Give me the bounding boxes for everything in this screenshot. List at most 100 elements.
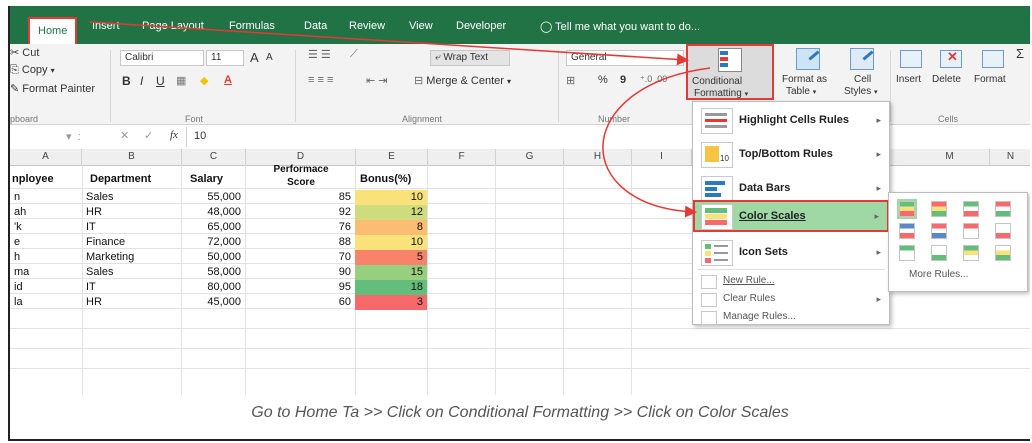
conditional-formatting-button[interactable]: Conditional Formatting ▾ (686, 44, 774, 100)
more-rules-link[interactable]: More Rules... (909, 269, 968, 280)
menu-item-highlight-cells-rules[interactable]: Highlight Cells Rules ▸ (693, 104, 889, 136)
cell-score[interactable]: 92 (245, 205, 355, 220)
cut-button[interactable]: ✂ Cut (10, 46, 39, 59)
underline-button[interactable]: U (156, 74, 165, 88)
header-performance-score-line1[interactable]: Performace (246, 164, 356, 175)
format-painter-button[interactable]: ✎ Format Painter (10, 82, 95, 95)
font-name-select[interactable]: Calibri (120, 50, 204, 66)
color-scale-swatch[interactable] (931, 201, 947, 217)
header-salary[interactable]: Salary (190, 173, 223, 185)
format-as-table-button[interactable]: Format as Table ▾ (780, 44, 840, 100)
cell-bonus[interactable]: 18 (355, 280, 427, 295)
column-header-a[interactable]: A (10, 149, 82, 165)
header-employee[interactable]: nployee (12, 173, 54, 185)
column-header-h[interactable]: H (564, 149, 632, 165)
cell-department[interactable]: Marketing (82, 250, 181, 265)
wrap-text-button[interactable]: ⤶ Wrap Text (430, 50, 510, 66)
autosum-button[interactable]: Σ (1016, 46, 1024, 61)
italic-button[interactable]: I (140, 74, 143, 88)
align-left-icon[interactable]: ≡ ≡ ≡ (308, 74, 333, 86)
color-scale-swatch[interactable] (995, 201, 1011, 217)
borders-icon[interactable]: ▦ (176, 74, 186, 87)
cell-employee[interactable]: e (10, 235, 82, 250)
tab-view[interactable]: View (409, 20, 433, 32)
tab-insert[interactable]: Insert (92, 20, 120, 32)
bold-button[interactable]: B (122, 74, 131, 88)
color-scale-swatch[interactable] (995, 223, 1011, 239)
cell-employee[interactable]: ah (10, 205, 82, 220)
menu-item-clear-rules[interactable]: Clear Rules ▸ (693, 290, 889, 308)
column-header-n[interactable]: N (990, 149, 1030, 165)
tab-review[interactable]: Review (349, 20, 385, 32)
name-box-dropdown[interactable]: ▾ : (66, 130, 81, 143)
percent-button[interactable]: % (598, 74, 608, 86)
tell-me-search[interactable]: ◯ Tell me what you want to do... (540, 20, 700, 33)
color-scale-swatch[interactable] (899, 223, 915, 239)
cell-department[interactable]: Finance (82, 235, 181, 250)
cell-department[interactable]: HR (82, 295, 181, 310)
menu-item-manage-rules[interactable]: Manage Rules... (693, 308, 889, 326)
cell-bonus[interactable]: 10 (355, 235, 427, 250)
cell-department[interactable]: Sales (82, 265, 181, 280)
cell-score[interactable]: 60 (245, 295, 355, 310)
cell-salary[interactable]: 45,000 (181, 295, 245, 310)
cell-department[interactable]: Sales (82, 190, 181, 205)
color-scale-swatch[interactable] (931, 223, 947, 239)
align-top-icon[interactable]: ☰ ☰ (308, 48, 331, 61)
color-scale-swatch[interactable] (899, 245, 915, 261)
cell-employee[interactable]: n (10, 190, 82, 205)
column-header-b[interactable]: B (82, 149, 182, 165)
cell-score[interactable]: 85 (245, 190, 355, 205)
cell-department[interactable]: IT (82, 220, 181, 235)
tab-developer[interactable]: Developer (456, 20, 506, 32)
cell-bonus[interactable]: 15 (355, 265, 427, 280)
menu-item-new-rule[interactable]: New Rule... (693, 272, 889, 290)
header-bonus[interactable]: Bonus(%) (360, 173, 411, 185)
cell-score[interactable]: 70 (245, 250, 355, 265)
menu-item-color-scales[interactable]: Color Scales ▸ (693, 200, 889, 232)
cell-employee[interactable]: 'k (10, 220, 82, 235)
cell-score[interactable]: 90 (245, 265, 355, 280)
cell-employee[interactable]: la (10, 295, 82, 310)
cell-salary[interactable]: 72,000 (181, 235, 245, 250)
fill-color-icon[interactable]: ◆ (200, 74, 208, 87)
copy-button[interactable]: ⎘ Copy ▾ (10, 64, 55, 77)
cell-employee[interactable]: h (10, 250, 82, 265)
merge-center-button[interactable]: ⊟ Merge & Center ▾ (414, 74, 511, 87)
color-scale-swatch[interactable] (995, 245, 1011, 261)
cell-salary[interactable]: 55,000 (181, 190, 245, 205)
tab-formulas[interactable]: Formulas (229, 20, 275, 32)
cell-salary[interactable]: 58,000 (181, 265, 245, 280)
comma-button[interactable]: 9 (620, 74, 626, 86)
cell-employee[interactable]: id (10, 280, 82, 295)
color-scale-swatch[interactable] (931, 245, 947, 261)
cell-employee[interactable]: ma (10, 265, 82, 280)
cell-salary[interactable]: 48,000 (181, 205, 245, 220)
tab-data[interactable]: Data (304, 20, 327, 32)
cell-styles-button[interactable]: Cell Styles ▾ (840, 44, 888, 100)
cell-bonus[interactable]: 5 (355, 250, 427, 265)
tab-home[interactable]: Home (28, 17, 78, 44)
column-header-d[interactable]: D (246, 149, 356, 165)
column-header-f[interactable]: F (428, 149, 496, 165)
font-color-icon[interactable]: A (224, 74, 232, 86)
color-scale-swatch[interactable] (897, 199, 917, 219)
cell-score[interactable]: 95 (245, 280, 355, 295)
color-scale-swatch[interactable] (963, 245, 979, 261)
column-header-e[interactable]: E (356, 149, 428, 165)
number-format-select[interactable]: General (566, 50, 684, 66)
cell-score[interactable]: 76 (245, 220, 355, 235)
orientation-icon[interactable]: ⟋ (350, 48, 358, 61)
column-header-m[interactable]: M (910, 149, 990, 165)
cell-bonus[interactable]: 8 (355, 220, 427, 235)
fx-button[interactable]: fx (170, 129, 178, 141)
cell-salary[interactable]: 80,000 (181, 280, 245, 295)
menu-item-icon-sets[interactable]: Icon Sets ▸ (693, 236, 889, 268)
cell-department[interactable]: HR (82, 205, 181, 220)
menu-item-top-bottom-rules[interactable]: 10 Top/Bottom Rules ▸ (693, 138, 889, 170)
column-header-i[interactable]: I (632, 149, 692, 165)
decimal-icon[interactable]: ⁺.0 .00 (640, 74, 667, 85)
insert-cells-button[interactable]: Insert (894, 44, 928, 100)
cell-bonus[interactable]: 3 (355, 295, 427, 310)
cancel-icon[interactable]: ✕ (120, 129, 129, 142)
